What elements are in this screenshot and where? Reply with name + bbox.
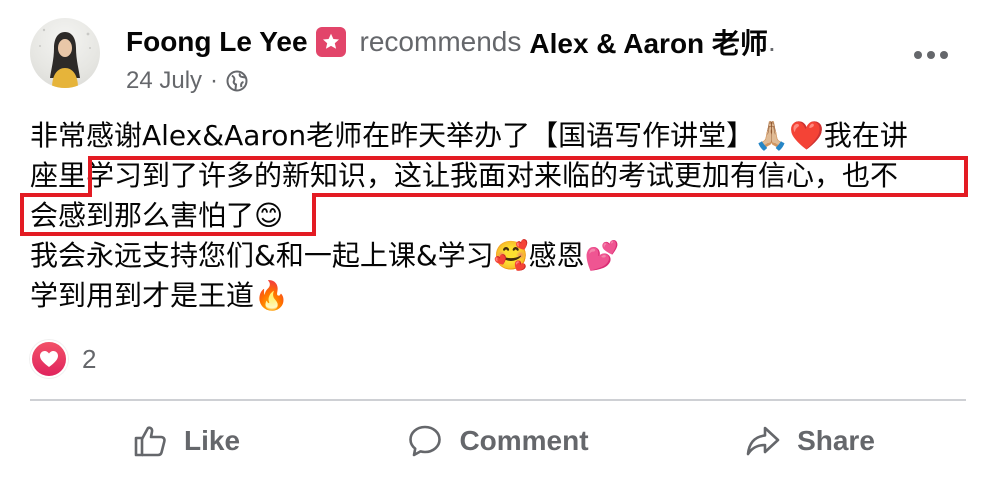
- comment-label: Comment: [459, 425, 589, 456]
- recommends-text: recommends: [359, 26, 522, 57]
- meta-separator: ·: [210, 67, 219, 94]
- avatar[interactable]: [30, 18, 100, 88]
- reactions-summary[interactable]: 2: [30, 340, 96, 378]
- post-text: 非常感谢Alex&Aaron老师在昨天举办了【国语写作讲堂】🙏🏼❤️我在讲 座里…: [30, 116, 980, 316]
- post-line: 我会永远支持您们&和一起上课&学习🥰感恩💕: [30, 239, 620, 272]
- more-options-icon[interactable]: [908, 40, 954, 70]
- divider: [30, 399, 966, 401]
- post-line: 非常感谢Alex&Aaron老师在昨天举办了【国语写作讲堂】🙏🏼❤️我在讲: [30, 119, 908, 152]
- comment-icon: [409, 425, 442, 457]
- like-icon: [134, 426, 166, 457]
- love-reaction-icon: [30, 340, 68, 378]
- header-period: .: [767, 26, 776, 57]
- post-meta: 24 July ·: [126, 64, 248, 98]
- post-line: 会感到那么害怕了😊: [30, 199, 284, 232]
- share-icon: [746, 426, 780, 456]
- comment-button[interactable]: Comment: [342, 408, 654, 474]
- like-button[interactable]: Like: [30, 408, 342, 474]
- share-label: Share: [797, 425, 875, 456]
- post-actions: Like Comment Share: [30, 408, 966, 474]
- reaction-count[interactable]: 2: [82, 344, 96, 375]
- globe-icon[interactable]: [226, 70, 248, 92]
- like-label: Like: [183, 425, 241, 456]
- post-date[interactable]: 24 July: [126, 67, 202, 95]
- recommended-page-link[interactable]: Alex & Aaron 老师: [529, 22, 768, 62]
- post-line: 学到用到才是王道🔥: [30, 279, 289, 312]
- post-header: Foong Le Yee recommends Alex & Aaron 老师 …: [126, 22, 776, 62]
- post-line: 座里学习到了许多的新知识，这让我面对来临的考试更加有信心，也不: [30, 159, 899, 192]
- recommend-badge-icon: [315, 27, 346, 57]
- author-name[interactable]: Foong Le Yee: [126, 26, 308, 58]
- share-button[interactable]: Share: [654, 408, 966, 474]
